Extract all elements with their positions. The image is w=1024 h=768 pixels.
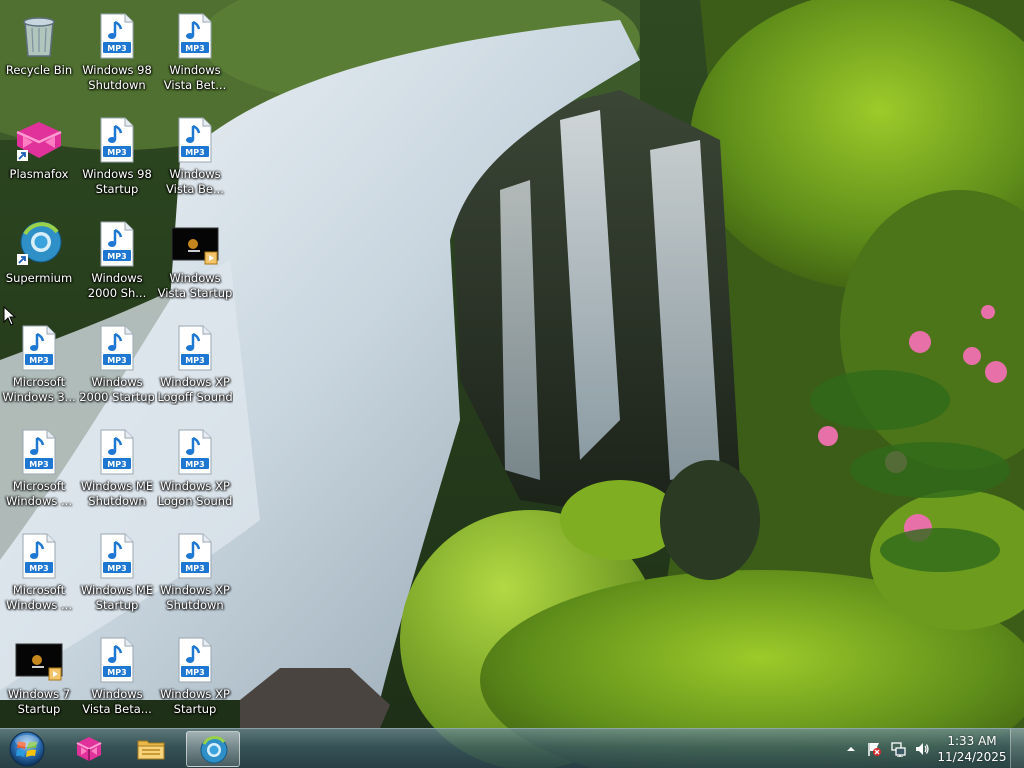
desktop-icon-windows-vista-be[interactable]: MP3 Windows Vista Be...: [157, 110, 233, 210]
show-hidden-icons-arrow[interactable]: [843, 741, 859, 757]
mp3-file-icon: MP3: [171, 116, 219, 164]
svg-text:MP3: MP3: [29, 564, 48, 573]
desktop-icon-windows-vista-bet[interactable]: MP3 Windows Vista Bet...: [157, 6, 233, 106]
svg-text:MP3: MP3: [107, 252, 126, 261]
desktop-icon-windows-xp-logon-sound[interactable]: MP3 Windows XP Logon Sound: [157, 422, 233, 522]
mp3-file-icon: MP3: [93, 636, 141, 684]
svg-text:MP3: MP3: [185, 148, 204, 157]
desktop-icon-windows-98-startup[interactable]: MP3 Windows 98 Startup: [79, 110, 155, 210]
mp3-file-icon: MP3: [171, 428, 219, 476]
mp3-file-icon: MP3: [93, 324, 141, 372]
mp3-file-icon: MP3: [15, 532, 63, 580]
mp3-file-icon: MP3: [171, 12, 219, 60]
desktop-icon-supermium[interactable]: Supermium: [1, 214, 77, 314]
mp3-file-icon: MP3: [93, 532, 141, 580]
mp3-file-icon: MP3: [93, 220, 141, 268]
mp3-file-icon: MP3: [15, 428, 63, 476]
video-file-icon: [171, 220, 219, 268]
desktop-icon-windows-xp-shutdown[interactable]: MP3 Windows XP Shutdown: [157, 526, 233, 626]
desktop-icon-label: Windows 2000 Sh...: [87, 271, 147, 300]
desktop-icon-label: Microsoft Windows 3...: [2, 375, 76, 404]
desktop-icon-windows-me-startup[interactable]: MP3 Windows ME Startup: [79, 526, 155, 626]
network-icon[interactable]: [890, 741, 906, 757]
desktop-icon-microsoft-windows[interactable]: MP3 Microsoft Windows ...: [1, 526, 77, 626]
mp3-file-icon: MP3: [93, 428, 141, 476]
desktop-icon-label: Windows XP Startup: [160, 687, 230, 716]
mp3-file-icon: MP3: [15, 324, 63, 372]
desktop-icon-windows-vista-beta[interactable]: MP3 Windows Vista Beta...: [79, 630, 155, 730]
desktop-icon-label: Windows 2000 Startup: [79, 375, 155, 404]
desktop-icon-plasmafox[interactable]: Plasmafox: [1, 110, 77, 210]
desktop-icon-label: Microsoft Windows ...: [6, 583, 72, 612]
mp3-file-icon: MP3: [171, 636, 219, 684]
desktop-icon-windows-vista-startup[interactable]: Windows Vista Startup: [157, 214, 233, 314]
svg-text:MP3: MP3: [185, 44, 204, 53]
desktop-icon-label: Windows 98 Shutdown: [82, 63, 152, 92]
desktop-icon-windows-xp-startup[interactable]: MP3 Windows XP Startup: [157, 630, 233, 730]
desktop-icon-microsoft-windows[interactable]: MP3 Microsoft Windows ...: [1, 422, 77, 522]
taskbar-button-plasmafox[interactable]: [62, 731, 116, 767]
desktop-icon-label: Windows Vista Bet...: [163, 63, 227, 92]
video-file-icon: [15, 636, 63, 684]
svg-text:MP3: MP3: [107, 148, 126, 157]
desktop-icon-label: Supermium: [5, 271, 73, 285]
taskbar: 1:33 AM 11/24/2025: [0, 728, 1024, 768]
svg-text:MP3: MP3: [107, 44, 126, 53]
svg-text:MP3: MP3: [107, 668, 126, 677]
start-button[interactable]: [6, 730, 48, 768]
supermium-icon: [200, 736, 228, 764]
desktop-icon-label: Windows XP Logon Sound: [157, 479, 233, 508]
svg-text:MP3: MP3: [185, 668, 204, 677]
desktop-icon-windows-2000-startup[interactable]: MP3 Windows 2000 Startup: [79, 318, 155, 418]
windows-orb-icon: [9, 731, 45, 767]
mp3-file-icon: MP3: [93, 116, 141, 164]
clock-date: 11/24/2025: [937, 750, 1007, 764]
desktop-icon-label: Windows Vista Startup: [157, 271, 233, 300]
taskbar-clock[interactable]: 1:33 AM 11/24/2025: [930, 733, 1014, 765]
mp3-file-icon: MP3: [171, 532, 219, 580]
action-center-flag-icon[interactable]: [866, 741, 882, 757]
desktop-icon-windows-2000-sh[interactable]: MP3 Windows 2000 Sh...: [79, 214, 155, 314]
mp3-file-icon: MP3: [171, 324, 219, 372]
desktop-icon-label: Recycle Bin: [5, 63, 73, 77]
mp3-file-icon: MP3: [93, 12, 141, 60]
svg-text:MP3: MP3: [107, 564, 126, 573]
desktop-icon-label: Windows 98 Startup: [82, 167, 152, 196]
svg-text:MP3: MP3: [107, 356, 126, 365]
desktop-icon-label: Windows 7 Startup: [7, 687, 71, 716]
svg-text:MP3: MP3: [185, 460, 204, 469]
folder-icon: [137, 740, 165, 760]
desktop-icon-label: Plasmafox: [9, 167, 69, 181]
desktop-icon-windows-xp-logoff-sound[interactable]: MP3 Windows XP Logoff Sound: [157, 318, 233, 418]
show-desktop-button[interactable]: [1010, 729, 1024, 768]
desktop-icon-label: Windows Vista Be...: [166, 167, 224, 196]
desktop[interactable]: Recycle Bin Plasmafox Supermium MP3 Microsof…: [0, 0, 1024, 768]
desktop-icon-recycle-bin[interactable]: Recycle Bin: [1, 6, 77, 106]
plasmafox-icon: [76, 737, 102, 761]
desktop-icon-label: Windows Vista Beta...: [82, 687, 152, 716]
desktop-icon-windows-7-startup[interactable]: Windows 7 Startup: [1, 630, 77, 730]
supermium-icon: [15, 220, 63, 268]
volume-icon[interactable]: [914, 741, 930, 757]
svg-text:MP3: MP3: [29, 356, 48, 365]
desktop-icon-label: Microsoft Windows ...: [6, 479, 72, 508]
plasmafox-icon: [15, 116, 63, 164]
recycle-bin-icon: [15, 12, 63, 60]
clock-time: 1:33 AM: [947, 734, 997, 748]
desktop-icon-label: Windows XP Shutdown: [160, 583, 230, 612]
svg-text:MP3: MP3: [107, 460, 126, 469]
desktop-icon-label: Windows XP Logoff Sound: [157, 375, 233, 404]
desktop-icon-microsoft-windows-3[interactable]: MP3 Microsoft Windows 3...: [1, 318, 77, 418]
svg-text:MP3: MP3: [185, 356, 204, 365]
taskbar-button-supermium[interactable]: [186, 731, 240, 767]
taskbar-button-file-explorer[interactable]: [124, 731, 178, 767]
svg-text:MP3: MP3: [185, 564, 204, 573]
desktop-icon-label: Windows ME Startup: [80, 583, 154, 612]
svg-text:MP3: MP3: [29, 460, 48, 469]
desktop-icon-windows-98-shutdown[interactable]: MP3 Windows 98 Shutdown: [79, 6, 155, 106]
desktop-icon-windows-me-shutdown[interactable]: MP3 Windows ME Shutdown: [79, 422, 155, 522]
desktop-icon-label: Windows ME Shutdown: [80, 479, 154, 508]
mouse-cursor: [3, 306, 17, 326]
